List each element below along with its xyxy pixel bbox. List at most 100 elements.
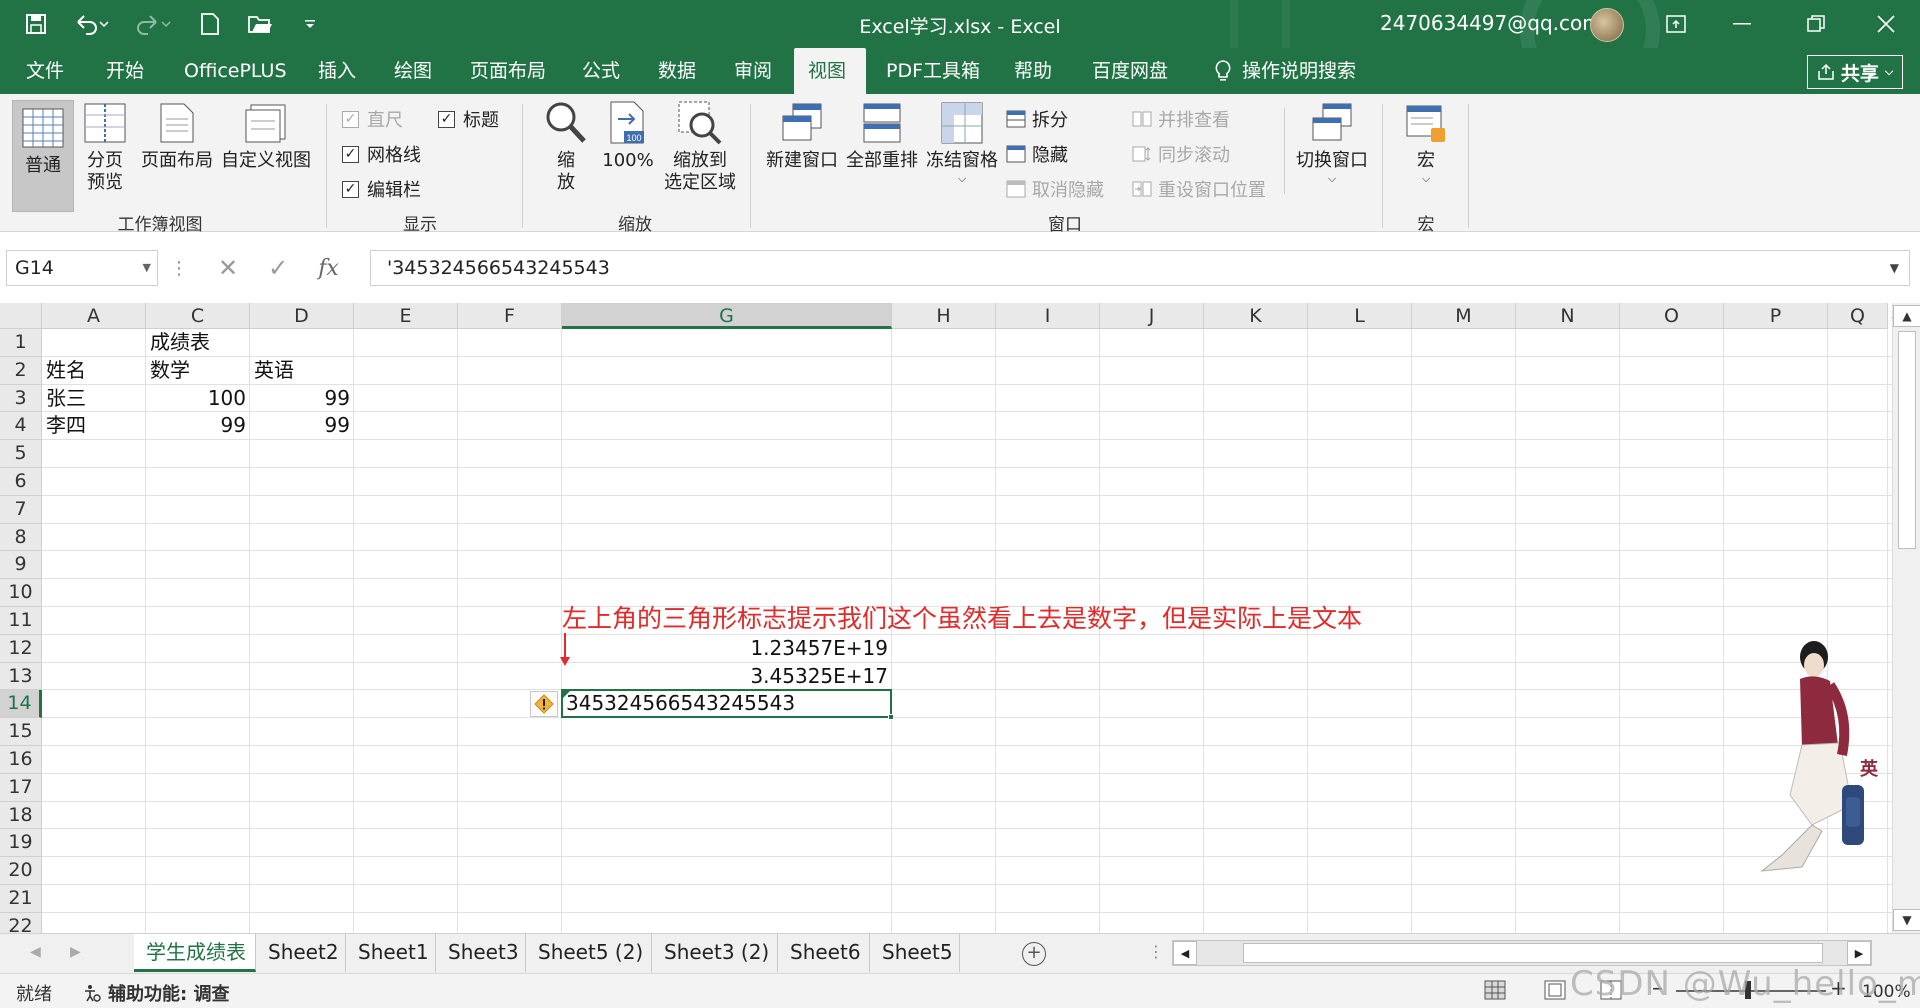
tab-split-handle[interactable]: ⋮ <box>1148 942 1164 961</box>
normal-view-button[interactable]: 普通 <box>12 100 74 212</box>
headings-checkbox[interactable]: ✓ 标题 <box>438 106 499 132</box>
insert-function-icon[interactable]: fx <box>318 256 339 281</box>
switch-windows-button[interactable]: 切换窗口 ⌵ <box>1292 100 1372 186</box>
cell-d4[interactable]: 99 <box>254 412 350 439</box>
row-header-8[interactable]: 8 <box>0 523 42 552</box>
tab-pdf-tools[interactable]: PDF工具箱 <box>872 48 994 94</box>
add-sheet-icon[interactable]: + <box>1022 942 1046 966</box>
scroll-up-icon[interactable]: ▲ <box>1893 305 1920 327</box>
page-break-preview-button[interactable]: 分页 预览 <box>80 100 130 194</box>
zoom-button[interactable]: 缩 放 <box>540 100 592 194</box>
minimize-icon[interactable] <box>1722 8 1762 40</box>
scroll-right-icon[interactable]: ▶ <box>1847 941 1871 965</box>
column-header-n[interactable]: N <box>1516 303 1620 329</box>
tab-draw[interactable]: 绘图 <box>380 48 446 94</box>
tab-file[interactable]: 文件 <box>12 48 78 94</box>
account-name[interactable]: 2470634497@qq.com <box>1380 11 1602 35</box>
scroll-down-icon[interactable]: ▼ <box>1893 909 1920 931</box>
select-all-corner[interactable] <box>0 303 42 329</box>
cell-a2[interactable]: 姓名 <box>46 357 142 384</box>
column-header-o[interactable]: O <box>1620 303 1724 329</box>
open-folder-icon[interactable] <box>246 10 274 38</box>
freeze-panes-button[interactable]: 冻结窗格 ⌵ <box>924 100 1000 186</box>
gridlines-checkbox[interactable]: ✓ 网格线 <box>342 141 421 167</box>
tab-view[interactable]: 视图 <box>794 48 866 94</box>
row-header-14[interactable]: 14 <box>0 690 42 719</box>
column-header-m[interactable]: M <box>1412 303 1516 329</box>
sheet-tab-4[interactable]: Sheet5 (2) <box>526 934 652 972</box>
new-file-icon[interactable] <box>196 10 224 38</box>
column-header-k[interactable]: K <box>1204 303 1308 329</box>
row-header-4[interactable]: 4 <box>0 412 42 441</box>
column-header-g[interactable]: G <box>562 303 892 329</box>
column-header-d[interactable]: D <box>250 303 354 329</box>
expand-formula-bar-icon[interactable]: ▼ <box>1890 261 1899 275</box>
worksheet-grid[interactable]: ▲ ▼ A C D E F G H I J K L M N O P Q 1 2 3 4 5 6 7 8 9 10 11 12 13 14 1… <box>0 303 1920 933</box>
normal-view-status-icon[interactable] <box>1484 980 1506 1005</box>
row-header-1[interactable]: 1 <box>0 329 42 357</box>
row-header-3[interactable]: 3 <box>0 384 42 413</box>
name-box[interactable]: G14 ▼ <box>6 250 158 286</box>
ribbon-display-options-icon[interactable] <box>1656 8 1696 40</box>
tab-page-layout[interactable]: 页面布局 <box>456 48 560 94</box>
tab-baidu-netdisk[interactable]: 百度网盘 <box>1078 48 1182 94</box>
horizontal-scrollbar-thumb[interactable] <box>1243 943 1823 963</box>
cell-c1[interactable]: 成绩表 <box>150 329 246 356</box>
more-options-icon[interactable]: ⋮ <box>170 258 188 279</box>
sheet-tab-0[interactable]: 学生成绩表 <box>134 934 256 972</box>
sheet-tab-6[interactable]: Sheet6 <box>778 934 870 972</box>
row-header-21[interactable]: 21 <box>0 885 42 913</box>
column-header-a[interactable]: A <box>42 303 146 329</box>
sheet-tab-1[interactable]: Sheet2 <box>256 934 346 972</box>
formula-input[interactable]: '345324566543245543 ▼ <box>370 250 1910 286</box>
chevron-down-icon[interactable]: ▼ <box>143 261 151 274</box>
column-header-p[interactable]: P <box>1724 303 1828 329</box>
row-header-7[interactable]: 7 <box>0 495 42 524</box>
customize-qat-icon[interactable] <box>296 10 324 38</box>
row-header-17[interactable]: 17 <box>0 773 42 802</box>
column-header-h[interactable]: H <box>892 303 996 329</box>
view-side-by-side-button[interactable]: 并排查看 <box>1132 106 1230 132</box>
zoom-to-selection-button[interactable]: 缩放到 选定区域 <box>660 100 740 194</box>
cell-c2[interactable]: 数学 <box>150 357 246 384</box>
cell-c3[interactable]: 100 <box>150 385 246 412</box>
column-header-q[interactable]: Q <box>1828 303 1888 329</box>
new-window-button[interactable]: 新建窗口 <box>764 100 840 172</box>
cell-c4[interactable]: 99 <box>150 412 246 439</box>
tab-insert[interactable]: 插入 <box>304 48 370 94</box>
cancel-icon[interactable]: ✕ <box>218 254 238 282</box>
undo-icon[interactable] <box>72 10 112 38</box>
ruler-checkbox[interactable]: ✓ 直尺 <box>342 106 403 132</box>
tab-officeplus[interactable]: OfficePLUS <box>170 48 301 94</box>
redo-icon[interactable] <box>134 10 174 38</box>
split-button[interactable]: 拆分 <box>1006 106 1068 132</box>
column-header-j[interactable]: J <box>1100 303 1204 329</box>
horizontal-scrollbar[interactable]: ◀ ▶ <box>1172 940 1872 966</box>
arrange-all-button[interactable]: 全部重排 <box>844 100 920 172</box>
formula-bar-checkbox[interactable]: ✓ 编辑栏 <box>342 176 421 202</box>
synchronous-scrolling-button[interactable]: 同步滚动 <box>1132 141 1230 167</box>
cell-a4[interactable]: 李四 <box>46 412 142 439</box>
row-header-20[interactable]: 20 <box>0 857 42 885</box>
row-header-10[interactable]: 10 <box>0 579 42 607</box>
row-header-6[interactable]: 6 <box>0 468 42 496</box>
row-header-11[interactable]: 11 <box>0 607 42 635</box>
vertical-scrollbar[interactable]: ▲ ▼ <box>1892 303 1920 933</box>
scroll-tabs-left-icon[interactable]: ◀ <box>30 944 41 960</box>
row-header-19[interactable]: 19 <box>0 829 42 858</box>
close-icon[interactable] <box>1866 8 1906 40</box>
row-header-15[interactable]: 15 <box>0 718 42 746</box>
scroll-left-icon[interactable]: ◀ <box>1173 941 1197 965</box>
save-icon[interactable] <box>22 10 50 38</box>
cell-a3[interactable]: 张三 <box>46 385 142 412</box>
scrollbar-thumb[interactable] <box>1898 331 1916 549</box>
active-cell-selection[interactable] <box>561 689 894 721</box>
enter-icon[interactable]: ✓ <box>268 254 288 282</box>
warning-icon[interactable] <box>530 691 558 718</box>
unhide-window-button[interactable]: 取消隐藏 <box>1006 176 1104 202</box>
column-header-l[interactable]: L <box>1308 303 1412 329</box>
cell-d3[interactable]: 99 <box>254 385 350 412</box>
avatar[interactable] <box>1590 8 1624 42</box>
sheet-tab-5[interactable]: Sheet3 (2) <box>652 934 778 972</box>
column-header-i[interactable]: I <box>996 303 1100 329</box>
